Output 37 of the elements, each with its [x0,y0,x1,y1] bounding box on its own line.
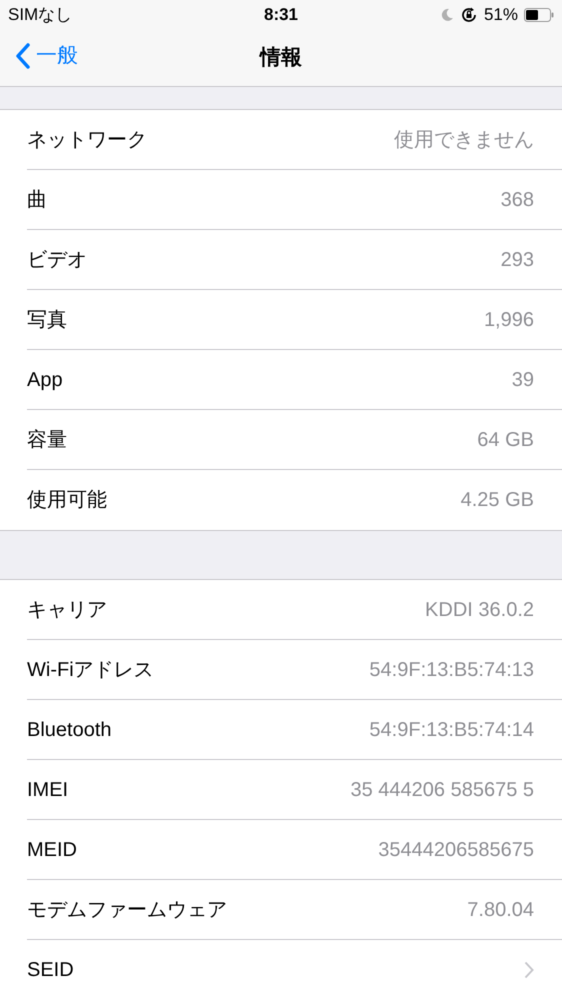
row-label: App [27,368,63,392]
battery-percent: 51% [484,4,518,26]
row-label: SEID [27,958,74,983]
row-label: Bluetooth [27,718,112,742]
row-label: ビデオ [27,248,87,272]
row-value: 293 [500,248,534,272]
row-label: IMEI [27,778,68,802]
row-label: キャリア [27,598,107,622]
row-value: 1,996 [484,308,534,332]
row-label: モデムファームウェア [27,898,227,922]
row-value: 54:9F:13:B5:74:14 [369,718,534,742]
row-value: KDDI 36.0.2 [425,598,534,622]
page-title: 情報 [260,45,302,72]
row-label: 曲 [27,188,47,212]
back-button[interactable]: 一般 [16,40,78,72]
row-value: 使用できません [394,128,534,152]
row-label: 容量 [27,428,67,452]
row-value: 4.25 GB [460,488,534,513]
row-value: 64 GB [477,428,534,452]
chevron-left-icon [16,42,30,69]
row-label: ネットワーク [27,128,147,152]
clock: 8:31 [264,4,298,26]
row-value: 35 444206 585675 5 [350,778,534,802]
row-value: 368 [500,188,534,212]
row-label: MEID [27,838,77,862]
row-value: 39 [512,368,534,392]
row-label: Wi-Fiアドレス [27,658,154,682]
row-label: 写真 [27,308,67,332]
row-label: 使用可能 [27,488,107,513]
rotation-lock-icon [460,6,478,24]
row-value: 7.80.04 [467,898,534,922]
moon-icon [440,8,454,22]
battery-icon [524,8,554,22]
row-value: 54:9F:13:B5:74:13 [369,658,534,682]
row-value: 35444206585675 [378,838,534,862]
carrier-label: SIMなし [8,4,74,26]
chevron-right-icon[interactable] [524,961,534,979]
